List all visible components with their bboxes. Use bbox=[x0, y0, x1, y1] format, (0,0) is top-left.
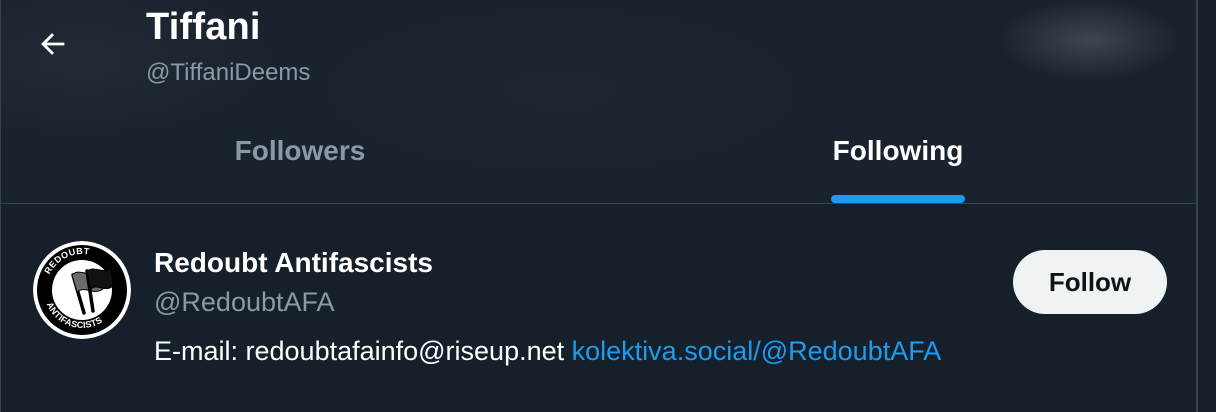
user-handle[interactable]: @RedoubtAFA bbox=[154, 287, 335, 318]
arrow-left-icon bbox=[41, 33, 65, 55]
follow-button[interactable]: Follow bbox=[1013, 250, 1167, 314]
bio-text: E-mail: redoubtafainfo@riseup.net bbox=[154, 336, 572, 366]
tab-followers[interactable]: Followers bbox=[1, 120, 599, 204]
page-handle: @TiffaniDeems bbox=[146, 59, 311, 86]
user-name[interactable]: Redoubt Antifascists bbox=[154, 247, 433, 279]
active-tab-indicator bbox=[831, 195, 965, 203]
avatar[interactable]: REDOUBT ANTIFASCISTS bbox=[33, 241, 131, 339]
page-title: Tiffani bbox=[146, 6, 261, 48]
tab-followers-label: Followers bbox=[234, 135, 366, 166]
following-page: Tiffani @TiffaniDeems Followers Followin… bbox=[0, 0, 1198, 412]
user-bio: E-mail: redoubtafainfo@riseup.net kolekt… bbox=[154, 336, 941, 367]
bio-link[interactable]: kolektiva.social/@RedoubtAFA bbox=[572, 336, 942, 366]
tab-following-label: Following bbox=[832, 135, 964, 166]
user-list-item[interactable]: REDOUBT ANTIFASCISTS Redoubt Antifascist… bbox=[1, 205, 1196, 412]
back-button[interactable] bbox=[21, 12, 85, 76]
antifa-logo-icon: REDOUBT ANTIFASCISTS bbox=[33, 241, 131, 339]
tab-following[interactable]: Following bbox=[599, 120, 1196, 204]
profile-header: Tiffani @TiffaniDeems Followers Followin… bbox=[1, 0, 1196, 204]
